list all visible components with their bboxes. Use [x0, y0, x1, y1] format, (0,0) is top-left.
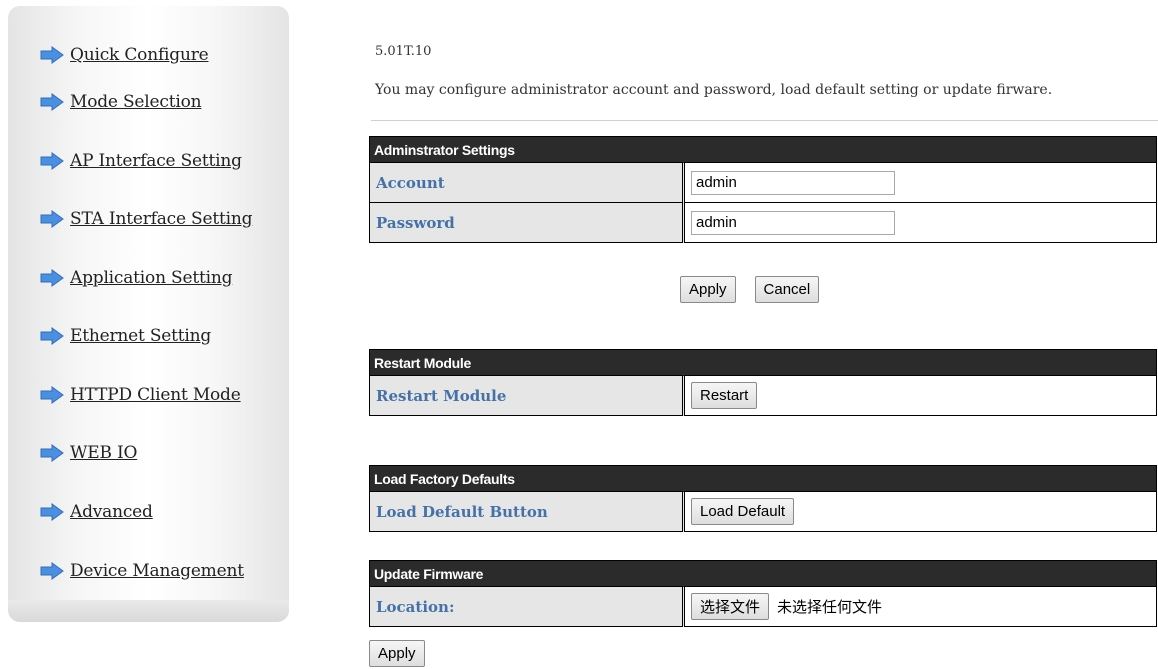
- sidebar-item-advanced[interactable]: Advanced: [40, 500, 153, 524]
- section-header-factory: Load Factory Defaults: [369, 465, 1157, 492]
- account-field[interactable]: admin: [691, 170, 895, 195]
- sidebar-item-device-management[interactable]: Device Management: [40, 559, 244, 583]
- right-arrow-icon: [40, 210, 64, 228]
- load-default-label: Load Default Button: [369, 491, 685, 532]
- firmware-version: 5.01T.10: [375, 44, 432, 59]
- sidebar-item-sta-interface-setting[interactable]: STA Interface Setting: [40, 207, 252, 231]
- file-status: 未选择任何文件: [777, 598, 883, 616]
- restart-table: Restart Module Restart Module Restart: [369, 349, 1157, 416]
- sidebar-item-label: AP Interface Setting: [70, 151, 242, 171]
- right-arrow-icon: [40, 269, 64, 287]
- right-arrow-icon: [40, 386, 64, 404]
- divider: [371, 120, 1158, 121]
- password-label: Password: [369, 202, 685, 243]
- firmware-table: Update Firmware Location: 选择文件 未选择任何文件: [369, 560, 1157, 627]
- account-label: Account: [369, 162, 685, 203]
- sidebar-item-label: Ethernet Setting: [70, 326, 212, 346]
- sidebar-item-ap-interface-setting[interactable]: AP Interface Setting: [40, 149, 242, 173]
- sidebar-item-label: Mode Selection: [70, 92, 202, 112]
- factory-defaults-table: Load Factory Defaults Load Default Butto…: [369, 465, 1157, 532]
- sidebar-item-web-io[interactable]: WEB IO: [40, 441, 137, 465]
- sidebar-item-label: Quick Configure: [70, 45, 209, 65]
- sidebar-item-label: Device Management: [70, 561, 244, 581]
- sidebar-footer: [8, 600, 289, 622]
- sidebar-item-label: Application Setting: [70, 268, 233, 288]
- page-description: You may configure administrator account …: [375, 82, 1053, 98]
- admin-settings-table: Adminstrator Settings Account admin Pass…: [369, 136, 1157, 243]
- apply-button[interactable]: Apply: [680, 276, 736, 303]
- right-arrow-icon: [40, 562, 64, 580]
- cancel-button[interactable]: Cancel: [754, 276, 820, 303]
- right-arrow-icon: [40, 93, 64, 111]
- sidebar-item-label: Advanced: [70, 502, 153, 522]
- sidebar-item-label: HTTPD Client Mode: [70, 385, 241, 405]
- right-arrow-icon: [40, 444, 64, 462]
- right-arrow-icon: [40, 152, 64, 170]
- load-default-button[interactable]: Load Default: [691, 498, 795, 525]
- sidebar-item-application-setting[interactable]: Application Setting: [40, 266, 232, 290]
- location-label: Location:: [369, 586, 685, 627]
- restart-label: Restart Module: [369, 375, 685, 416]
- section-header-firmware: Update Firmware: [369, 560, 1157, 587]
- password-field[interactable]: admin: [691, 210, 895, 235]
- section-header-admin: Adminstrator Settings: [369, 136, 1157, 163]
- sidebar-item-httpd-client-mode[interactable]: HTTPD Client Mode: [40, 383, 241, 407]
- right-arrow-icon: [40, 46, 64, 64]
- sidebar-item-mode-selection[interactable]: Mode Selection: [40, 90, 202, 114]
- right-arrow-icon: [40, 503, 64, 521]
- choose-file-button[interactable]: 选择文件: [691, 593, 770, 620]
- sidebar: Quick Configure Mode Selection AP Interf…: [8, 6, 289, 622]
- section-header-restart: Restart Module: [369, 349, 1157, 376]
- firmware-apply-button[interactable]: Apply: [369, 640, 425, 667]
- sidebar-item-label: WEB IO: [70, 443, 138, 463]
- sidebar-item-ethernet-setting[interactable]: Ethernet Setting: [40, 324, 211, 348]
- restart-button[interactable]: Restart: [691, 382, 758, 409]
- sidebar-item-quick-configure[interactable]: Quick Configure: [40, 43, 209, 67]
- sidebar-item-label: STA Interface Setting: [70, 209, 253, 229]
- admin-actions: Apply Cancel: [680, 276, 820, 303]
- file-input: 选择文件 未选择任何文件: [691, 593, 1156, 620]
- right-arrow-icon: [40, 327, 64, 345]
